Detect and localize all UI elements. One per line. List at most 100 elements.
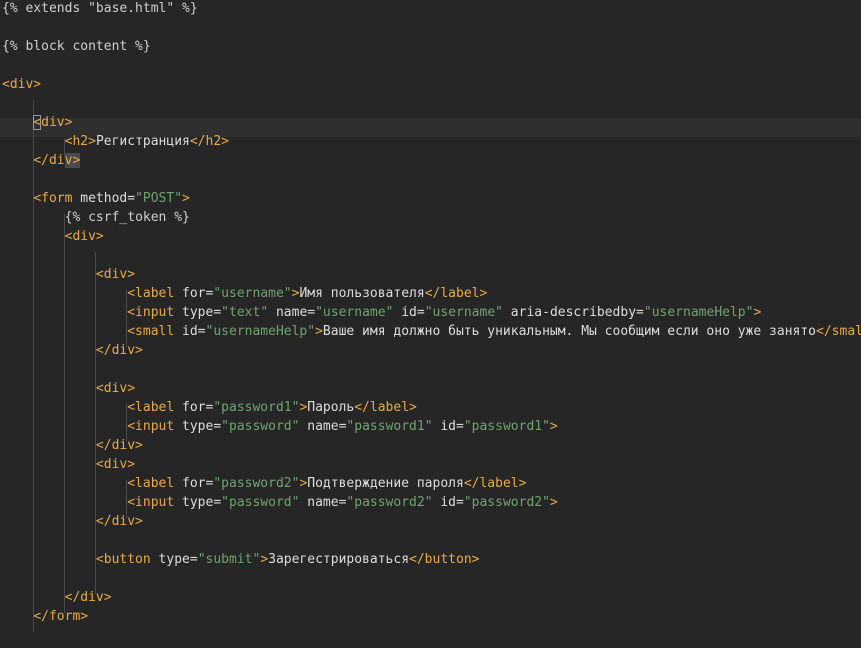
code-line[interactable]: <div> <box>2 75 41 94</box>
code-line[interactable]: <label for="password2">Подтверждение пар… <box>2 474 526 493</box>
code-token: <small <box>127 324 175 339</box>
code-token: <div> <box>95 267 136 282</box>
code-token: div> <box>41 115 73 130</box>
code-line[interactable]: </div> <box>2 341 143 360</box>
code-line[interactable]: </div> <box>2 151 81 170</box>
code-token: > <box>753 305 762 320</box>
code-line[interactable]: </div> <box>2 436 143 455</box>
code-token: <input <box>127 305 175 320</box>
code-token: </label> <box>354 400 417 415</box>
code-token: id= <box>432 419 464 434</box>
code-token: id= <box>393 305 425 320</box>
code-token: "usernameHelp" <box>643 305 754 320</box>
code-line[interactable]: {% csrf_token %} <box>2 208 190 227</box>
code-line[interactable]: <label for="password1">Пароль</label> <box>2 398 417 417</box>
code-token: Зарегестрироваться <box>268 552 410 567</box>
code-token: for= <box>174 286 214 301</box>
code-token: {% csrf_token %} <box>64 210 190 225</box>
code-token: id= <box>432 495 464 510</box>
code-token: "password2" <box>213 476 300 491</box>
code-token: > <box>549 495 558 510</box>
code-line[interactable]: <div> <box>2 379 135 398</box>
code-token: </h2> <box>189 134 229 149</box>
code-line[interactable]: <input type="password" name="password2" … <box>2 493 558 512</box>
code-token: <input <box>127 419 175 434</box>
code-token: </div> <box>95 438 143 453</box>
code-line[interactable]: </div> <box>2 588 112 607</box>
code-token: name= <box>268 305 316 320</box>
code-token: aria-describedby= <box>502 305 644 320</box>
code-token: {% extends "base.html" %} <box>2 1 198 16</box>
code-token: </div> <box>95 343 143 358</box>
code-token: type= <box>174 305 222 320</box>
code-token: "submit" <box>197 552 261 567</box>
code-line[interactable]: <div> <box>2 265 135 284</box>
code-editor[interactable]: {% extends "base.html" %} {% block conten… <box>0 0 861 648</box>
code-token: type= <box>174 495 222 510</box>
code-line[interactable]: <div> <box>2 455 135 474</box>
code-token: "password" <box>221 495 300 510</box>
code-token: <label <box>127 400 175 415</box>
code-token: type= <box>150 552 198 567</box>
code-token: {% block content %} <box>2 39 151 54</box>
code-token: > <box>549 419 558 434</box>
code-token: name= <box>299 495 347 510</box>
code-line[interactable]: <h2>Регистранция</h2> <box>2 132 229 151</box>
code-token: <div> <box>2 77 42 92</box>
code-token: "password" <box>221 419 300 434</box>
code-token: for= <box>174 400 214 415</box>
code-line[interactable]: </div> <box>2 512 143 531</box>
code-line[interactable]: <input type="text" name="username" id="u… <box>2 303 761 322</box>
code-token: Имя пользователя <box>299 286 425 301</box>
bracket-match-token: < <box>33 115 42 130</box>
code-token: "text" <box>221 305 269 320</box>
code-line[interactable]: {% extends "base.html" %} <box>2 0 198 18</box>
code-line[interactable]: {% block content %} <box>2 37 151 56</box>
code-token: name= <box>299 419 347 434</box>
code-line[interactable]: <form method="POST"> <box>2 189 190 208</box>
code-token: for= <box>174 476 214 491</box>
code-token: <label <box>127 476 175 491</box>
code-token: <form <box>33 191 73 206</box>
code-token: </div> <box>95 514 143 529</box>
code-line[interactable]: <input type="password" name="password1" … <box>2 417 558 436</box>
code-token: > <box>260 552 269 567</box>
code-token: <h2> <box>64 134 96 149</box>
code-token: > <box>182 191 190 206</box>
code-token: Ваше имя должно быть уникальным. Мы сооб… <box>322 324 817 339</box>
code-token: "password2" <box>463 495 550 510</box>
code-line[interactable]: <div> <box>2 113 72 132</box>
bracket-match-token: v> <box>64 153 81 168</box>
code-token: </small> <box>816 324 861 339</box>
code-line[interactable]: <div> <box>2 227 104 246</box>
code-token: type= <box>174 419 222 434</box>
code-token: <label <box>127 286 175 301</box>
code-token: "password1" <box>346 419 433 434</box>
code-token: </label> <box>463 476 527 491</box>
code-line[interactable]: <small id="usernameHelp">Ваше имя должно… <box>2 322 861 341</box>
code-token: </label> <box>424 286 488 301</box>
code-token: </di <box>33 153 65 168</box>
code-line[interactable]: <button type="submit">Зарегестрироваться… <box>2 550 480 569</box>
code-token: "usernameHelp" <box>205 324 316 339</box>
code-token: id= <box>174 324 206 339</box>
code-line[interactable]: </form> <box>2 607 88 626</box>
code-token: <div> <box>95 457 136 472</box>
code-line[interactable]: <label for="username">Имя пользователя</… <box>2 284 487 303</box>
code-token: <button <box>95 552 151 567</box>
code-token: "password2" <box>346 495 433 510</box>
code-token: "POST" <box>135 191 183 206</box>
